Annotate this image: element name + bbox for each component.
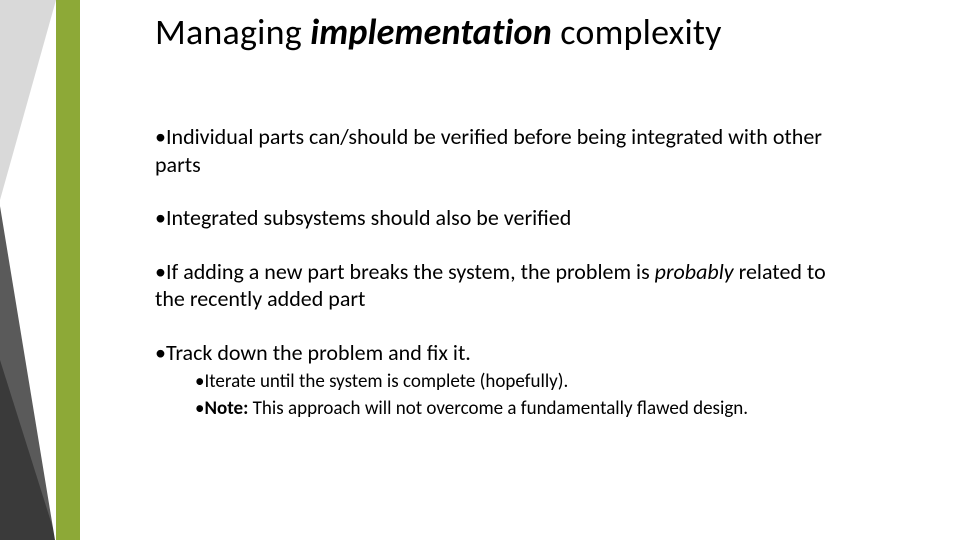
bullet-level-1: •Integrated subsystems should also be ve… bbox=[155, 204, 855, 232]
title-post: complexity bbox=[552, 10, 722, 54]
bullet-text: probably bbox=[655, 258, 734, 285]
bullet-level-1: •Track down the problem and fix it. bbox=[155, 339, 855, 367]
title-emph: implementation bbox=[310, 10, 552, 54]
bullet-level-1: •Individual parts can/should be verified… bbox=[155, 123, 855, 178]
bullet-text: Individual parts can/should be verified … bbox=[155, 123, 822, 178]
bullet-text: Iterate until the system is complete (ho… bbox=[204, 370, 568, 393]
decorative-sidebar bbox=[0, 0, 97, 540]
bullet-level-2: •Iterate until the system is complete (h… bbox=[195, 370, 855, 394]
sidebar-green-band bbox=[56, 0, 80, 540]
bullet-dot-icon: • bbox=[155, 204, 166, 231]
bullet-dot-icon: • bbox=[155, 339, 166, 366]
bullet-list: •Individual parts can/should be verified… bbox=[155, 123, 855, 421]
slide-title: Managing implementation complexity bbox=[155, 12, 915, 53]
bullet-text: This approach will not overcome a fundam… bbox=[248, 397, 748, 420]
bullet-level-2: •Note: This approach will not overcome a… bbox=[195, 397, 855, 421]
sidebar-grey-triangles bbox=[0, 0, 97, 540]
bullet-dot-icon: • bbox=[155, 123, 166, 150]
bullet-text: Track down the problem and fix it. bbox=[166, 339, 471, 366]
slide-content: Managing implementation complexity •Indi… bbox=[155, 12, 915, 424]
bullet-dot-icon: • bbox=[155, 258, 166, 285]
bullet-text: Integrated subsystems should also be ver… bbox=[166, 204, 571, 231]
bullet-level-1: •If adding a new part breaks the system,… bbox=[155, 258, 855, 313]
bullet-text: Note: bbox=[204, 397, 248, 420]
title-pre: Managing bbox=[155, 10, 310, 54]
bullet-text: If adding a new part breaks the system, … bbox=[166, 258, 655, 285]
